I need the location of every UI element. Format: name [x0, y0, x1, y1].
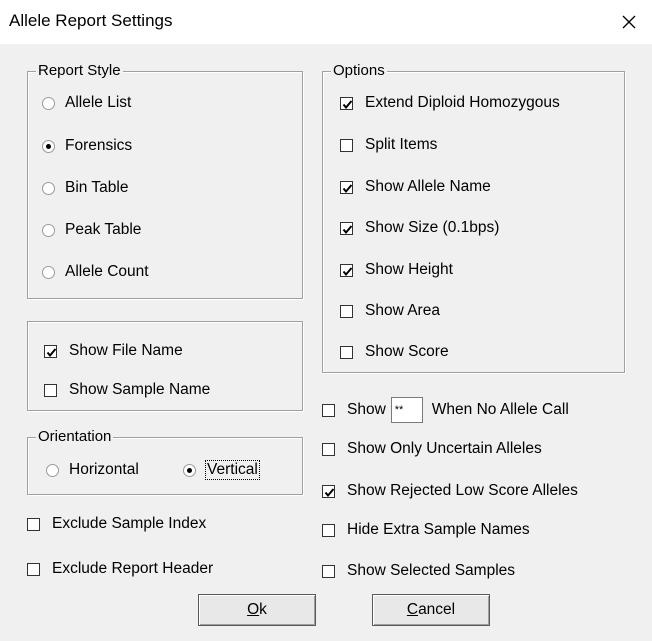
radio-allele-list[interactable]: Allele List	[42, 92, 131, 114]
checkbox-box	[322, 484, 335, 498]
checkbox-box	[44, 383, 57, 397]
checkbox-label: Split Items	[365, 136, 438, 153]
checkbox-box	[322, 523, 335, 537]
checkbox-label: Exclude Report Header	[52, 560, 214, 577]
radio-label: Allele Count	[65, 263, 149, 280]
radio-circle	[42, 223, 55, 237]
checkbox-hide-extra-sample-names[interactable]: Hide Extra Sample Names	[322, 519, 530, 541]
radio-circle	[42, 139, 55, 153]
radio-circle	[42, 181, 55, 195]
checkbox-show-sample-name[interactable]: Show Sample Name	[44, 379, 210, 401]
checkbox-box	[340, 96, 353, 110]
close-icon	[622, 15, 636, 29]
checkbox-box	[340, 221, 353, 235]
checkbox-box	[27, 517, 40, 531]
checkbox-label: Show Sample Name	[69, 381, 211, 398]
name-options-group: Show File Name Show Sample Name	[27, 321, 303, 411]
checkbox-exclude-report-header[interactable]: Exclude Report Header	[27, 558, 213, 580]
ok-button-label: Ok	[247, 601, 267, 618]
radio-horizontal[interactable]: Horizontal	[46, 459, 139, 481]
checkbox-box	[322, 403, 335, 417]
cancel-button-label: Cancel	[406, 601, 456, 618]
checkmark-icon	[46, 347, 57, 357]
checkbox-show-allele-name[interactable]: Show Allele Name	[340, 176, 491, 198]
orientation-group: Orientation Horizontal Vertical	[27, 427, 303, 495]
checkbox-label: Show Rejected Low Score Alleles	[347, 482, 578, 499]
checkbox-exclude-sample-index[interactable]: Exclude Sample Index	[27, 513, 206, 535]
radio-label: Peak Table	[65, 221, 142, 238]
window-title: Allele Report Settings	[9, 11, 173, 30]
checkbox-show-only-uncertain-alleles[interactable]: Show Only Uncertain Alleles	[322, 438, 542, 460]
radio-label: Horizontal	[69, 461, 139, 478]
checkbox-label-suffix: When No Allele Call	[431, 401, 569, 418]
radio-vertical[interactable]: Vertical	[183, 459, 260, 481]
checkbox-box	[340, 138, 353, 152]
checkbox-box	[340, 263, 353, 277]
radio-label: Vertical	[205, 460, 260, 480]
radio-allele-count[interactable]: Allele Count	[42, 261, 149, 283]
checkbox-label: Show Score	[365, 343, 449, 360]
report-style-group: Report Style Allele List Forensics Bin T…	[27, 61, 303, 299]
checkbox-show-height[interactable]: Show Height	[340, 259, 453, 281]
radio-label: Bin Table	[65, 179, 129, 196]
checkbox-show-score[interactable]: Show Score	[340, 341, 449, 363]
checkbox-label: Hide Extra Sample Names	[347, 521, 530, 538]
checkbox-show-selected-samples[interactable]: Show Selected Samples	[322, 560, 515, 582]
checkbox-label: Show Height	[365, 261, 453, 278]
radio-circle	[46, 463, 59, 477]
options-legend: Options	[331, 61, 387, 81]
checkbox-label: Show Selected Samples	[347, 562, 516, 579]
checkbox-box	[44, 344, 57, 358]
checkbox-show-rejected-low-score-alleles[interactable]: Show Rejected Low Score Alleles	[322, 480, 578, 502]
checkbox-box	[27, 562, 40, 576]
checkbox-label: Show File Name	[69, 342, 183, 359]
checkbox-split-items[interactable]: Split Items	[340, 134, 437, 156]
radio-circle	[42, 96, 55, 110]
checkbox-label: Exclude Sample Index	[52, 515, 207, 532]
checkmark-icon	[324, 487, 335, 497]
checkmark-icon	[342, 224, 353, 234]
checkbox-box	[340, 180, 353, 194]
checkmark-icon	[342, 99, 353, 109]
orientation-legend: Orientation	[36, 427, 114, 447]
checkbox-extend-diploid-homozygous[interactable]: Extend Diploid Homozygous	[340, 92, 560, 114]
radio-bin-table[interactable]: Bin Table	[42, 177, 128, 199]
checkbox-show-when-no-allele-call[interactable]: Show When No Allele Call	[322, 396, 569, 424]
radio-circle	[42, 265, 55, 279]
checkbox-label-prefix: Show	[347, 401, 386, 418]
checkbox-box	[340, 345, 353, 359]
checkbox-show-size[interactable]: Show Size (0.1bps)	[340, 217, 499, 239]
checkbox-box	[340, 304, 353, 318]
report-style-legend: Report Style	[36, 61, 123, 81]
ok-button[interactable]: Ok	[198, 594, 316, 626]
radio-circle	[183, 463, 196, 477]
radio-forensics[interactable]: Forensics	[42, 135, 132, 157]
checkbox-show-file-name[interactable]: Show File Name	[44, 340, 183, 362]
checkbox-show-area[interactable]: Show Area	[340, 300, 440, 322]
checkbox-box	[322, 564, 335, 578]
checkbox-label: Show Area	[365, 302, 440, 319]
radio-peak-table[interactable]: Peak Table	[42, 219, 141, 241]
checkbox-label: Extend Diploid Homozygous	[365, 94, 560, 111]
options-group: Options Extend Diploid Homozygous Split …	[322, 61, 625, 373]
close-button[interactable]	[606, 0, 652, 44]
checkbox-label: Show Allele Name	[365, 178, 491, 195]
no-call-text-input[interactable]	[390, 397, 423, 423]
checkmark-icon	[342, 266, 353, 276]
checkmark-icon	[342, 183, 353, 193]
cancel-button[interactable]: Cancel	[372, 594, 490, 626]
radio-label: Forensics	[65, 137, 133, 154]
checkbox-box	[322, 442, 335, 456]
checkbox-label: Show Only Uncertain Alleles	[347, 440, 542, 457]
title-bar: Allele Report Settings	[0, 0, 652, 44]
radio-label: Allele List	[65, 94, 132, 111]
checkbox-label: Show Size (0.1bps)	[365, 219, 500, 236]
